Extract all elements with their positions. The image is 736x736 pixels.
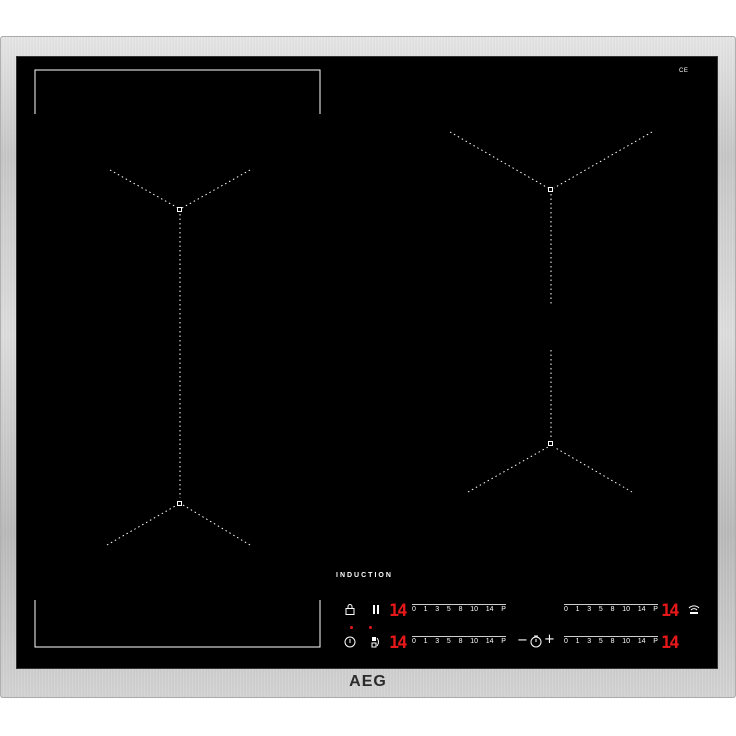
- ce-mark: CE: [679, 68, 689, 74]
- scale-step: 1: [423, 606, 428, 613]
- front-right-power-slider[interactable]: 0 1 3 5 8 10 14 P: [564, 636, 658, 645]
- scale-step: 5: [598, 606, 603, 613]
- timer-plus-button[interactable]: +: [544, 633, 555, 646]
- front-right-power-display: 14: [661, 633, 680, 653]
- right-rear-mark-r: [553, 131, 653, 189]
- lock-indicator-dot: [350, 626, 353, 629]
- scale-step: 0: [564, 606, 568, 613]
- scale-step: 1: [575, 638, 580, 645]
- scale-step: 3: [587, 638, 592, 645]
- scale-step: 14: [485, 606, 494, 613]
- front-left-power-slider[interactable]: 0 1 3 5 8 10 14 P: [412, 636, 506, 645]
- scale-step: 8: [458, 638, 463, 645]
- scale-step: 10: [622, 606, 630, 613]
- scale-step: 10: [622, 638, 630, 645]
- flex-zone-bottom-corner: [34, 600, 321, 648]
- right-front-mark-r: [553, 446, 633, 493]
- flex-zone-top-corner: [34, 69, 321, 114]
- cooking-zone-markings: [34, 69, 653, 648]
- scale-step: 14: [485, 638, 494, 645]
- scale-step: 5: [446, 606, 451, 613]
- scale-step: 0: [412, 606, 416, 613]
- left-zone-mark-tl: [109, 169, 179, 209]
- pause-icon[interactable]: [372, 604, 380, 615]
- lock-icon[interactable]: [345, 604, 355, 615]
- scale-step: 8: [610, 606, 615, 613]
- left-zone-node-bottom: [177, 501, 182, 506]
- rear-right-power-display: 14: [661, 601, 680, 621]
- pause-indicator-dot: [369, 626, 372, 629]
- right-front-mark-l: [467, 446, 549, 493]
- scale-step: 14: [637, 606, 646, 613]
- scale-step: P: [501, 638, 506, 645]
- rear-right-power-slider[interactable]: 0 1 3 5 8 10 14 P: [564, 604, 658, 613]
- timer-icon[interactable]: [530, 635, 542, 648]
- left-zone-mark-tr: [181, 169, 251, 209]
- scale-step: 5: [446, 638, 451, 645]
- left-zone-mark-br: [182, 504, 251, 546]
- scale-step: 3: [435, 606, 440, 613]
- left-zone-node-top: [177, 207, 182, 212]
- scale-step: 5: [598, 638, 603, 645]
- right-front-node: [548, 441, 553, 446]
- scale-step: 3: [435, 638, 440, 645]
- brand-logo: AEG: [349, 673, 387, 690]
- scale-step: 8: [458, 606, 463, 613]
- scale-step: 10: [470, 606, 478, 613]
- front-left-power-display: 14: [389, 633, 408, 653]
- left-zone-mark-bl: [106, 504, 178, 546]
- induction-label: INDUCTION: [336, 572, 393, 579]
- scale-step: 1: [423, 638, 428, 645]
- rear-left-power-display: 14: [389, 601, 408, 621]
- scale-step: P: [653, 606, 658, 613]
- hob2hood-icon[interactable]: [688, 604, 700, 615]
- bridge-icon[interactable]: [371, 636, 381, 648]
- scale-step: 0: [412, 638, 416, 645]
- scale-step: 14: [637, 638, 646, 645]
- scale-step: 8: [610, 638, 615, 645]
- scale-step: P: [653, 638, 658, 645]
- scale-step: P: [501, 606, 506, 613]
- right-rear-mark-l: [449, 131, 549, 189]
- scale-step: 1: [575, 606, 580, 613]
- right-rear-node: [548, 187, 553, 192]
- power-icon[interactable]: [344, 636, 356, 648]
- scale-step: 0: [564, 638, 568, 645]
- scale-step: 10: [470, 638, 478, 645]
- timer-minus-button[interactable]: −: [517, 634, 528, 647]
- rear-left-power-slider[interactable]: 0 1 3 5 8 10 14 P: [412, 604, 506, 613]
- scale-step: 3: [587, 606, 592, 613]
